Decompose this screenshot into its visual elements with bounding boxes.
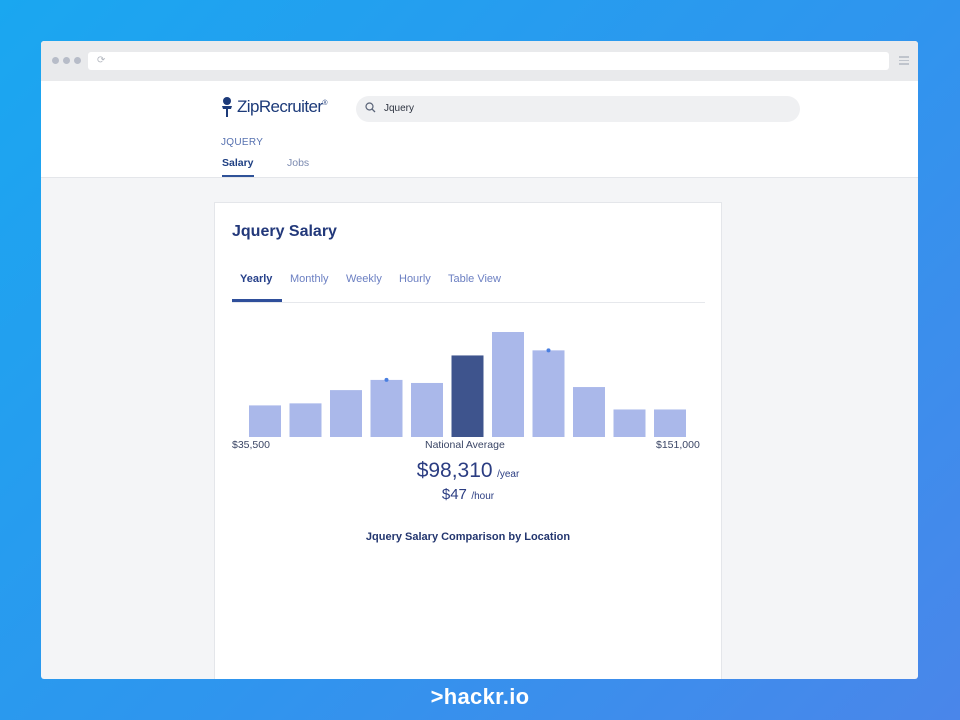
hourly-salary: $47 /hour — [215, 486, 721, 504]
hourly-amount: $47 — [441, 486, 467, 503]
histogram-bar[interactable] — [330, 390, 362, 437]
histogram-bar[interactable] — [451, 355, 484, 437]
histogram-bar[interactable] — [613, 409, 646, 437]
histogram-bar[interactable] — [411, 382, 443, 437]
histogram-bar[interactable] — [532, 350, 565, 437]
card-title: Jquery Salary — [232, 223, 337, 240]
comparison-heading: Jquery Salary Comparison by Location — [365, 531, 571, 543]
nav-tab-salary[interactable]: Salary — [222, 157, 254, 177]
bar-marker — [546, 348, 551, 353]
registered-mark: ® — [322, 99, 328, 107]
active-tab-indicator — [232, 299, 282, 302]
histogram-bar[interactable] — [249, 405, 281, 437]
reload-icon[interactable]: ⟳ — [97, 55, 105, 67]
tab-hourly[interactable]: Hourly — [399, 273, 431, 285]
national-average-label: National Average — [425, 439, 505, 451]
address-bar[interactable]: ⟳ — [88, 52, 889, 70]
ziprecruiter-logo[interactable]: ZipRecruiter ® — [219, 96, 328, 118]
tab-weekly[interactable]: Weekly — [346, 273, 382, 285]
tab-yearly[interactable]: Yearly — [240, 273, 272, 285]
hourly-unit: /hour — [471, 491, 495, 502]
histogram-bar[interactable] — [370, 379, 403, 437]
period-tabs: Yearly Monthly Weekly Hourly Table View — [232, 263, 705, 303]
histogram-bar[interactable] — [654, 409, 686, 437]
salary-histogram — [249, 332, 686, 437]
yearly-salary: $98,310 /year — [215, 459, 721, 483]
logo-text: ZipRecruiter — [237, 97, 323, 116]
histogram-bar[interactable] — [492, 332, 524, 437]
histogram-bar[interactable] — [573, 387, 605, 437]
search-bar[interactable]: Jquery — [356, 96, 800, 122]
bar-marker — [384, 377, 389, 382]
range-max-label: $151,000 — [656, 439, 700, 451]
browser-toolbar: ⟳ — [41, 41, 918, 81]
yearly-unit: /year — [497, 469, 520, 480]
salary-card: Jquery Salary Yearly Monthly Weekly Hour… — [214, 202, 722, 679]
search-icon — [365, 102, 376, 113]
tab-monthly[interactable]: Monthly — [290, 273, 329, 285]
browser-window: ⟳ ZipRecruiter ® Jquery JQUERY Salary Job… — [41, 41, 918, 679]
search-input[interactable]: Jquery — [384, 103, 414, 114]
yearly-amount: $98,310 — [416, 459, 493, 482]
site-header: ZipRecruiter ® Jquery JQUERY Salary Jobs — [41, 81, 918, 178]
breadcrumb: JQUERY — [221, 137, 264, 148]
nav-tab-jobs[interactable]: Jobs — [287, 157, 309, 177]
histogram-bar[interactable] — [289, 403, 322, 437]
ziprecruiter-logo-icon — [222, 97, 232, 117]
window-controls[interactable] — [52, 57, 81, 64]
range-min-label: $35,500 — [232, 439, 270, 451]
tab-table-view[interactable]: Table View — [448, 273, 501, 285]
hackr-brand-logo: >hackr.io — [430, 684, 530, 709]
hamburger-menu-icon[interactable] — [899, 56, 909, 67]
